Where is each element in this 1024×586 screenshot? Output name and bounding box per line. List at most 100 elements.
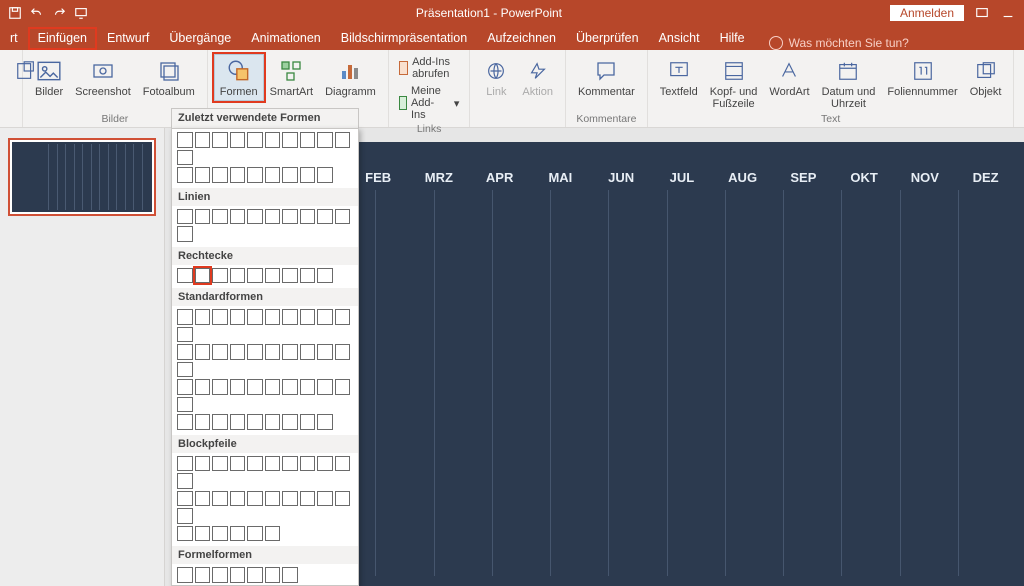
shape-item[interactable] xyxy=(230,379,246,395)
shape-item[interactable] xyxy=(335,344,351,360)
shape-item[interactable] xyxy=(212,268,228,284)
shape-item[interactable] xyxy=(247,209,263,225)
shape-item[interactable] xyxy=(265,379,281,395)
shape-item[interactable] xyxy=(212,344,228,360)
shape-item[interactable] xyxy=(300,456,316,472)
textfeld-button[interactable]: Textfeld xyxy=(654,54,704,101)
tab-ansicht[interactable]: Ansicht xyxy=(649,27,710,50)
shape-item[interactable] xyxy=(282,491,298,507)
shape-item[interactable] xyxy=(230,567,246,583)
shape-item[interactable] xyxy=(177,526,193,542)
shape-item[interactable] xyxy=(230,268,246,284)
shape-item[interactable] xyxy=(282,209,298,225)
tab-aufzeichnen[interactable]: Aufzeichnen xyxy=(477,27,566,50)
shapes-dropdown[interactable]: Linien Rechtecke Standardformen Blockpfe… xyxy=(171,128,359,586)
tab-bildschirm[interactable]: Bildschirmpräsentation xyxy=(331,27,477,50)
shape-item[interactable] xyxy=(177,268,193,284)
shape-item[interactable] xyxy=(300,379,316,395)
shape-item[interactable] xyxy=(195,268,211,284)
shape-item[interactable] xyxy=(317,268,333,284)
shape-item[interactable] xyxy=(247,491,263,507)
shape-item[interactable] xyxy=(247,167,263,183)
shape-item[interactable] xyxy=(317,344,333,360)
shape-item[interactable] xyxy=(195,209,211,225)
shape-item[interactable] xyxy=(212,456,228,472)
shape-item[interactable] xyxy=(212,567,228,583)
shape-item[interactable] xyxy=(230,209,246,225)
shape-item[interactable] xyxy=(282,268,298,284)
kopf-fuss-button[interactable]: Kopf- und Fußzeile xyxy=(704,54,764,113)
tab-animationen[interactable]: Animationen xyxy=(241,27,331,50)
shape-item[interactable] xyxy=(195,132,211,148)
tab-uebergaenge[interactable]: Übergänge xyxy=(159,27,241,50)
screenshot-button[interactable]: Screenshot xyxy=(69,54,137,101)
shape-item[interactable] xyxy=(282,567,298,583)
shape-item[interactable] xyxy=(177,567,193,583)
shape-item[interactable] xyxy=(317,132,333,148)
shape-item[interactable] xyxy=(282,379,298,395)
shape-item[interactable] xyxy=(195,456,211,472)
shape-item[interactable] xyxy=(317,309,333,325)
fotoalbum-button[interactable]: Fotoalbum xyxy=(137,54,201,101)
shape-item[interactable] xyxy=(195,379,211,395)
shape-item[interactable] xyxy=(177,397,193,413)
tab-einfuegen[interactable]: Einfügen xyxy=(28,27,97,50)
kommentar-button[interactable]: Kommentar xyxy=(572,54,641,101)
shape-item[interactable] xyxy=(195,309,211,325)
undo-icon[interactable] xyxy=(30,6,44,20)
shape-item[interactable] xyxy=(177,167,193,183)
shape-item[interactable] xyxy=(265,132,281,148)
wordart-button[interactable]: WordArt xyxy=(763,54,815,101)
shape-item[interactable] xyxy=(212,309,228,325)
shape-item[interactable] xyxy=(265,526,281,542)
shape-item[interactable] xyxy=(335,209,351,225)
shape-item[interactable] xyxy=(265,167,281,183)
shape-item[interactable] xyxy=(212,414,228,430)
shape-item[interactable] xyxy=(247,344,263,360)
shape-item[interactable] xyxy=(247,268,263,284)
shape-item[interactable] xyxy=(300,132,316,148)
shape-item[interactable] xyxy=(335,456,351,472)
shape-item[interactable] xyxy=(282,456,298,472)
minimize-icon[interactable] xyxy=(1000,5,1016,21)
shape-item[interactable] xyxy=(335,132,351,148)
shape-item[interactable] xyxy=(247,309,263,325)
shape-item[interactable] xyxy=(230,344,246,360)
shape-item[interactable] xyxy=(317,414,333,430)
formel-button[interactable]: πFormel xyxy=(1020,54,1024,101)
shape-item[interactable] xyxy=(265,309,281,325)
shape-item[interactable] xyxy=(247,379,263,395)
shape-item[interactable] xyxy=(177,491,193,507)
smartart-button[interactable]: SmartArt xyxy=(264,54,319,101)
objekt-button[interactable]: Objekt xyxy=(964,54,1008,101)
shape-item[interactable] xyxy=(177,226,193,242)
shape-item[interactable] xyxy=(265,456,281,472)
shape-item[interactable] xyxy=(195,344,211,360)
shape-item[interactable] xyxy=(317,167,333,183)
tab-hilfe[interactable]: Hilfe xyxy=(710,27,755,50)
shape-item[interactable] xyxy=(247,132,263,148)
shape-item[interactable] xyxy=(212,526,228,542)
shape-item[interactable] xyxy=(230,526,246,542)
shape-item[interactable] xyxy=(212,209,228,225)
foliennummer-button[interactable]: Foliennummer xyxy=(881,54,963,101)
shape-item[interactable] xyxy=(177,473,193,489)
shape-item[interactable] xyxy=(177,508,193,524)
shape-item[interactable] xyxy=(230,456,246,472)
shape-item[interactable] xyxy=(247,567,263,583)
shape-item[interactable] xyxy=(282,167,298,183)
slide-thumb-1[interactable] xyxy=(8,138,156,216)
shape-item[interactable] xyxy=(300,309,316,325)
shape-item[interactable] xyxy=(265,344,281,360)
shape-item[interactable] xyxy=(230,414,246,430)
shape-item[interactable] xyxy=(265,209,281,225)
shape-item[interactable] xyxy=(317,491,333,507)
shape-item[interactable] xyxy=(195,526,211,542)
shape-item[interactable] xyxy=(212,132,228,148)
shape-item[interactable] xyxy=(195,567,211,583)
tab-ueberpruefen[interactable]: Überprüfen xyxy=(566,27,649,50)
formen-button[interactable]: Formen xyxy=(214,54,264,101)
shape-item[interactable] xyxy=(282,414,298,430)
shape-item[interactable] xyxy=(335,379,351,395)
tab-start[interactable]: rt xyxy=(0,27,28,50)
